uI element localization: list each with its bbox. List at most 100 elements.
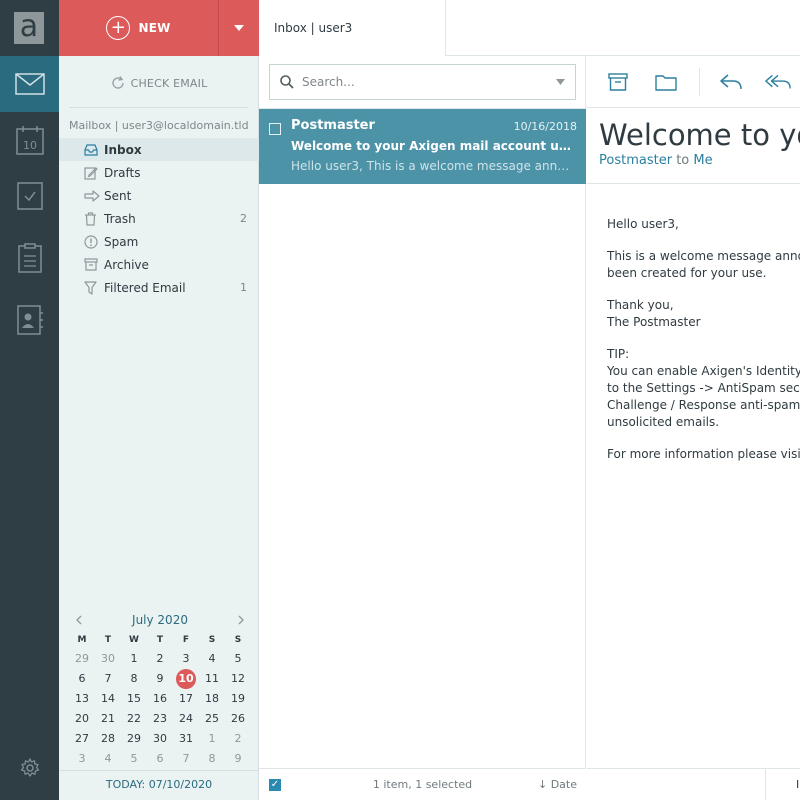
calendar-day[interactable]: 1 [121,649,147,669]
archive-button[interactable] [604,70,632,94]
calendar-day[interactable]: 26 [225,709,251,729]
calendar-day[interactable]: 6 [69,669,95,689]
message-row[interactable]: Postmaster 10/16/2018 Welcome to your Ax… [259,109,586,184]
calendar-day[interactable]: 30 [147,729,173,749]
today-link[interactable]: TODAY: 07/10/2020 [59,778,259,791]
reply-all-button[interactable] [764,70,792,94]
move-to-folder-button[interactable] [652,70,680,94]
folder-item-archive[interactable]: Archive [59,253,259,276]
new-options-dropdown[interactable] [218,0,259,56]
body-more-info: For more information please visit h [607,446,800,463]
calendar-grid: M T W T F S S 29 30 1 2 3 4 5 6 7 8 9 10 11 12 13 14 15 1… [69,632,251,769]
calendar-day[interactable]: 16 [147,689,173,709]
body-line: You can enable Axigen's Identity Confirm… [607,364,800,378]
calendar-day[interactable]: 5 [225,649,251,669]
rail-notes-button[interactable] [0,230,59,286]
folder-item-spam[interactable]: Spam [59,230,259,253]
calendar-day[interactable]: 14 [95,689,121,709]
folder-name: Trash [104,211,136,226]
calendar-day[interactable]: 5 [121,749,147,769]
refresh-icon [111,76,124,89]
calendar-day[interactable]: 7 [95,669,121,689]
calendar-day[interactable]: 8 [199,749,225,769]
calendar-day[interactable]: 7 [173,749,199,769]
body-signature: Thank you, The Postmaster [607,297,800,331]
calendar-day[interactable]: 1 [199,729,225,749]
rail-tasks-button[interactable] [0,168,59,224]
calendar-day[interactable]: 31 [173,729,199,749]
calendar-day[interactable]: 21 [95,709,121,729]
tab-inbox[interactable]: Inbox | user3 [259,0,446,56]
calendar-day[interactable]: 3 [173,649,199,669]
search-input[interactable] [302,75,548,89]
rail-calendar-button[interactable]: 10 [0,112,59,168]
folder-count: 2 [240,212,247,225]
calendar-day-today[interactable]: 10 [173,669,199,689]
calendar-day[interactable]: 9 [147,669,173,689]
search-options-caret-icon[interactable] [556,79,565,85]
tasks-icon [16,182,43,210]
gear-icon [20,758,39,777]
weekday-label: S [208,635,216,645]
divider [69,107,248,108]
notes-icon [17,243,42,273]
calendar-day[interactable]: 8 [121,669,147,689]
reply-button[interactable] [717,70,745,94]
calendar-day[interactable]: 4 [95,749,121,769]
calendar-icon-day: 10 [23,139,37,152]
folder-item-sent[interactable]: Sent [59,184,259,207]
weekday-label: S [234,635,242,645]
calendar-day[interactable]: 30 [95,649,121,669]
settings-button[interactable] [0,752,59,784]
calendar-month-label[interactable]: July 2020 [132,613,188,627]
body-line: to the Settings -> AntiSpam section and … [607,381,800,395]
weekday-label: T [156,635,164,645]
tab-bar: Inbox | user3 [259,0,800,56]
folder-item-filtered-email[interactable]: Filtered Email 1 [59,276,259,299]
calendar-day[interactable]: 6 [147,749,173,769]
calendar-day[interactable]: 11 [199,669,225,689]
chevron-left-icon[interactable] [75,615,83,625]
calendar-day[interactable]: 13 [69,689,95,709]
rail-contacts-button[interactable] [0,292,59,348]
chevron-right-icon[interactable] [237,615,245,625]
calendar-day[interactable]: 24 [173,709,199,729]
folder-item-trash[interactable]: Trash 2 [59,207,259,230]
calendar-day[interactable]: 22 [121,709,147,729]
calendar-day[interactable]: 23 [147,709,173,729]
calendar-day[interactable]: 20 [69,709,95,729]
spam-icon [84,234,98,249]
message-sender: Postmaster [291,118,375,133]
calendar-day[interactable]: 4 [199,649,225,669]
calendar-day[interactable]: 27 [69,729,95,749]
message-checkbox[interactable] [269,123,281,135]
footer-divider [765,769,766,800]
rail-mail-button[interactable] [0,56,59,112]
calendar-day[interactable]: 17 [173,689,199,709]
sender-link[interactable]: Postmaster [599,153,672,168]
message-list-pane: Postmaster 10/16/2018 Welcome to your Ax… [259,56,586,800]
check-email-button[interactable]: CHECK EMAIL [59,72,259,94]
calendar-day[interactable]: 19 [225,689,251,709]
calendar-day[interactable]: 2 [225,729,251,749]
calendar-day[interactable]: 18 [199,689,225,709]
new-message-button[interactable]: + NEW [59,0,218,56]
folder-item-inbox[interactable]: Inbox [59,138,259,161]
calendar-day[interactable]: 28 [95,729,121,749]
app-logo[interactable]: a [14,12,44,44]
body-line: The Postmaster [607,315,701,329]
calendar-day[interactable]: 29 [69,649,95,669]
list-footer: ✓ 1 item, 1 selected ↓ Date [259,768,586,800]
calendar-day[interactable]: 25 [199,709,225,729]
calendar-day[interactable]: 12 [225,669,251,689]
recipient-link[interactable]: Me [693,153,712,168]
calendar-day[interactable]: 9 [225,749,251,769]
folder-item-drafts[interactable]: Drafts [59,161,259,184]
calendar-day[interactable]: 2 [147,649,173,669]
app-rail: a 10 [0,0,59,800]
calendar-day[interactable]: 3 [69,749,95,769]
calendar-day[interactable]: 29 [121,729,147,749]
calendar-day[interactable]: 15 [121,689,147,709]
reply-icon [720,74,742,90]
sort-button[interactable]: ↓ Date [538,778,577,791]
